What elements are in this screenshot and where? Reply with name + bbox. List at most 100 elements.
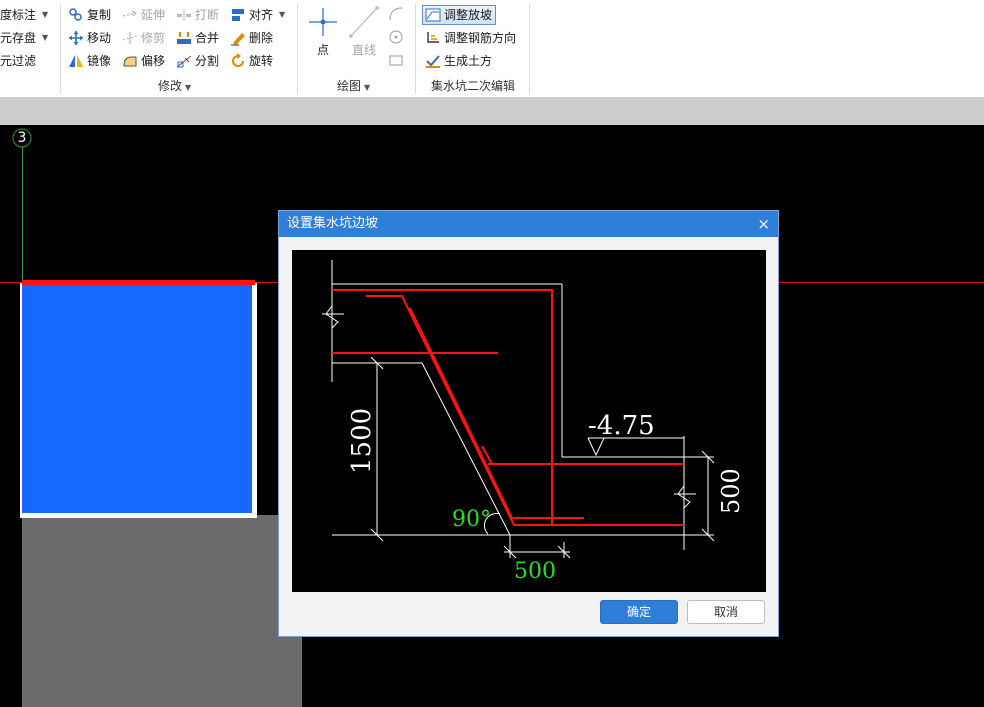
axis-number: 3 [17, 130, 27, 146]
filter-button[interactable]: 元过滤 [0, 51, 36, 71]
chevron-down-icon: ▼ [364, 83, 371, 92]
draw-group-title: 绘图 [337, 79, 362, 93]
align-dropdown[interactable]: 对齐 ▼ [230, 5, 285, 25]
arc-icon [389, 7, 403, 21]
delete-label: 删除 [249, 31, 274, 45]
extend-label: 延伸 [141, 8, 166, 22]
split-button[interactable]: 分割 [176, 51, 219, 71]
break-button[interactable]: 打断 [176, 5, 219, 25]
eraser-icon [230, 30, 246, 46]
chevron-down-icon: ▼ [42, 33, 49, 42]
rebar-direction-icon [425, 30, 441, 46]
offset-button[interactable]: 偏移 [122, 51, 165, 71]
extend-button[interactable]: 延伸 [122, 5, 165, 25]
align-label: 对齐 [249, 8, 274, 22]
generate-earthwork-button[interactable]: 生成土方 [425, 51, 492, 71]
selected-slope-edge[interactable] [22, 280, 255, 285]
rect-button[interactable] [387, 51, 405, 69]
chevron-down-icon: ▼ [42, 10, 49, 19]
divider [297, 4, 298, 94]
generate-earthwork-label: 生成土方 [444, 54, 493, 68]
circle-button[interactable] [387, 28, 405, 46]
dimension-dropdown[interactable]: 度标注 ▼ [0, 5, 48, 25]
copy-button[interactable]: 复制 [68, 5, 111, 25]
modify-group-title: 修改 [158, 79, 183, 93]
draw-group-label[interactable]: 绘图 ▼ [337, 77, 370, 94]
point-button[interactable]: 点 [307, 4, 339, 60]
trim-button[interactable]: 修剪 [122, 28, 165, 48]
rebar-lines [332, 289, 684, 526]
adjust-rebar-label: 调整钢筋方向 [444, 31, 517, 45]
filter-label: 元过滤 [0, 54, 37, 68]
offset-label: 偏移 [141, 54, 166, 68]
trim-icon [122, 30, 138, 46]
offset-icon [122, 53, 138, 69]
trim-label: 修剪 [141, 31, 166, 45]
line-button[interactable]: 直线 [347, 4, 381, 60]
ribbon-group-partial: 度标注 ▼ 元存盘 ▼ 元过滤 [0, 0, 60, 97]
mirror-label: 镜像 [87, 54, 112, 68]
set-pit-slope-dialog: 设置集水坑边坡 × -4.75 1500 500 90° 500 确定 取消 [278, 210, 779, 637]
elevation-text: -4.75 [588, 411, 655, 441]
arc-button[interactable] [387, 5, 405, 23]
gray-region [22, 515, 302, 707]
chevron-down-icon: ▼ [279, 10, 286, 19]
dialog-titlebar[interactable]: 设置集水坑边坡 × [279, 211, 778, 237]
break-icon [176, 7, 192, 23]
rotate-label: 旋转 [249, 54, 274, 68]
align-icon [230, 7, 246, 23]
break-label: 打断 [195, 8, 220, 22]
mirror-icon [68, 53, 84, 69]
dialog-title: 设置集水坑边坡 [287, 216, 379, 231]
rotate-button[interactable]: 旋转 [230, 51, 273, 71]
copy-label: 复制 [87, 8, 112, 22]
merge-button[interactable]: 合并 [176, 28, 219, 48]
cancel-button[interactable]: 取消 [687, 600, 765, 624]
divider [415, 4, 416, 94]
pit-border-bottom [20, 513, 257, 518]
delete-button[interactable]: 删除 [230, 28, 273, 48]
ribbon-group-pit-edit: 调整放坡 调整钢筋方向 生成土方 集水坑二次编辑 [417, 0, 529, 97]
merge-icon [176, 30, 192, 46]
move-button[interactable]: 移动 [68, 28, 111, 48]
merge-label: 合并 [195, 31, 220, 45]
angle-text: 90° [452, 507, 491, 532]
adjust-slope-button[interactable]: 调整放坡 [422, 5, 497, 25]
divider [60, 4, 61, 94]
ribbon-toolbar: 度标注 ▼ 元存盘 ▼ 元过滤 复制 延伸 打断 对齐 ▼ 移动 修剪 合并 删… [0, 0, 984, 98]
chevron-down-icon: ▼ [185, 83, 192, 92]
point-icon [309, 8, 337, 36]
width-text: 500 [514, 559, 556, 584]
mirror-button[interactable]: 镜像 [68, 51, 111, 71]
extend-icon [122, 7, 138, 23]
rotate-icon [230, 53, 246, 69]
slope-diagram-svg: -4.75 1500 500 90° 500 [322, 260, 745, 584]
copy-icon [68, 7, 84, 23]
height-text: 500 [717, 468, 745, 514]
sump-pit-shape[interactable] [22, 283, 257, 515]
slope-diagram: -4.75 1500 500 90° 500 [292, 250, 766, 592]
depth-text: 1500 [347, 408, 377, 474]
circle-icon [389, 30, 403, 44]
slope-icon [425, 7, 441, 23]
close-icon[interactable]: × [757, 211, 770, 237]
save-label: 元存盘 [0, 31, 37, 45]
earthwork-icon [425, 53, 441, 69]
modify-group-label[interactable]: 修改 ▼ [158, 77, 191, 94]
split-label: 分割 [195, 54, 220, 68]
divider [529, 4, 530, 94]
ribbon-group-draw: 点 直线 绘图 ▼ [299, 0, 415, 97]
pit-group-label: 集水坑二次编辑 [431, 79, 516, 93]
move-icon [68, 30, 84, 46]
rectangle-icon [389, 55, 403, 66]
line-label: 直线 [351, 43, 376, 57]
split-icon [176, 53, 192, 69]
ribbon-status-strip [0, 97, 984, 125]
point-label: 点 [316, 43, 329, 57]
dimension-label: 度标注 [0, 8, 37, 22]
line-icon [349, 6, 379, 38]
adjust-rebar-direction-button[interactable]: 调整钢筋方向 [425, 28, 516, 48]
save-dropdown[interactable]: 元存盘 ▼ [0, 28, 48, 48]
ok-button[interactable]: 确定 [600, 600, 678, 624]
move-label: 移动 [87, 31, 112, 45]
